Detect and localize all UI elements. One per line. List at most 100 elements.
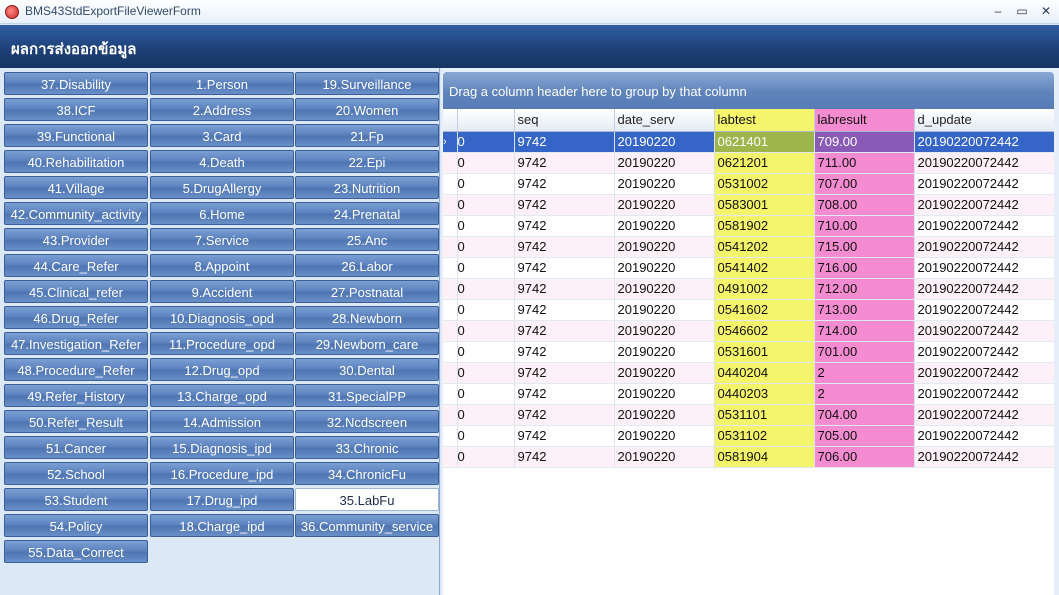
- row-indicator[interactable]: [443, 320, 458, 342]
- table-row[interactable]: 0 9742 20190220 0541602 713.00 20190220072442: [443, 299, 1054, 321]
- table-cell[interactable]: 9742: [514, 173, 615, 195]
- nav-button[interactable]: 44.Care_Refer: [4, 254, 148, 277]
- table-row[interactable]: 0 9742 20190220 0531601 701.00 20190220072442: [443, 341, 1054, 363]
- table-row[interactable]: 0 9742 20190220 0531102 705.00 20190220072442: [443, 425, 1054, 447]
- table-cell[interactable]: 20190220072442: [914, 299, 1054, 321]
- nav-button[interactable]: 8.Appoint: [150, 254, 294, 277]
- nav-button[interactable]: 5.DrugAllergy: [150, 176, 294, 199]
- row-indicator[interactable]: [443, 425, 458, 447]
- table-cell[interactable]: 20190220: [614, 320, 715, 342]
- table-cell[interactable]: 20190220: [614, 341, 715, 363]
- table-cell[interactable]: 9742: [514, 152, 615, 174]
- table-cell[interactable]: 20190220: [614, 194, 715, 216]
- row-indicator[interactable]: [443, 446, 458, 468]
- row-indicator[interactable]: [443, 362, 458, 384]
- nav-button[interactable]: 55.Data_Correct: [4, 540, 148, 563]
- nav-button[interactable]: 38.ICF: [4, 98, 148, 121]
- table-cell[interactable]: 712.00: [814, 278, 915, 300]
- nav-button[interactable]: 28.Newborn: [295, 306, 439, 329]
- table-cell[interactable]: 0531601: [714, 341, 815, 363]
- nav-button[interactable]: 32.Ncdscreen: [295, 410, 439, 433]
- nav-button[interactable]: 24.Prenatal: [295, 202, 439, 225]
- row-indicator[interactable]: [443, 194, 458, 216]
- table-cell[interactable]: 713.00: [814, 299, 915, 321]
- table-cell[interactable]: 0: [457, 194, 515, 216]
- table-cell[interactable]: 708.00: [814, 194, 915, 216]
- table-cell[interactable]: 20190220: [614, 446, 715, 468]
- row-indicator[interactable]: [443, 152, 458, 174]
- table-cell[interactable]: 20190220: [614, 131, 715, 153]
- table-cell[interactable]: 706.00: [814, 446, 915, 468]
- table-cell[interactable]: 0: [457, 257, 515, 279]
- table-cell[interactable]: 20190220: [614, 152, 715, 174]
- table-row[interactable]: 0 9742 20190220 0440204 2 20190220072442: [443, 362, 1054, 384]
- table-cell[interactable]: 2: [814, 383, 915, 405]
- table-cell[interactable]: 9742: [514, 278, 615, 300]
- table-cell[interactable]: 20190220: [614, 236, 715, 258]
- nav-button[interactable]: 31.SpecialPP: [295, 384, 439, 407]
- nav-button[interactable]: 21.Fp: [295, 124, 439, 147]
- table-cell[interactable]: 0: [457, 320, 515, 342]
- nav-button[interactable]: 18.Charge_ipd: [150, 514, 294, 537]
- nav-button[interactable]: 2.Address: [150, 98, 294, 121]
- table-cell[interactable]: 20190220072442: [914, 320, 1054, 342]
- table-cell[interactable]: 0: [457, 278, 515, 300]
- table-cell[interactable]: 9742: [514, 320, 615, 342]
- nav-button[interactable]: 41.Village: [4, 176, 148, 199]
- nav-button[interactable]: 39.Functional: [4, 124, 148, 147]
- table-cell[interactable]: 20190220072442: [914, 362, 1054, 384]
- row-indicator[interactable]: [443, 341, 458, 363]
- table-cell[interactable]: 20190220: [614, 362, 715, 384]
- table-cell[interactable]: 20190220: [614, 383, 715, 405]
- nav-button[interactable]: 42.Community_activity: [4, 202, 148, 225]
- row-indicator[interactable]: [443, 383, 458, 405]
- table-row[interactable]: › 0 9742 20190220 0621401 709.00 2019022007244…: [443, 131, 1054, 153]
- nav-button[interactable]: 43.Provider: [4, 228, 148, 251]
- nav-button[interactable]: 9.Accident: [150, 280, 294, 303]
- table-cell[interactable]: 710.00: [814, 215, 915, 237]
- table-cell[interactable]: 20190220072442: [914, 173, 1054, 195]
- group-by-area[interactable]: Drag a column header here to group by th…: [443, 72, 1054, 109]
- table-cell[interactable]: 9742: [514, 236, 615, 258]
- table-cell[interactable]: 20190220: [614, 215, 715, 237]
- nav-button[interactable]: 54.Policy: [4, 514, 148, 537]
- nav-button[interactable]: 48.Procedure_Refer: [4, 358, 148, 381]
- table-cell[interactable]: 705.00: [814, 425, 915, 447]
- table-cell[interactable]: 20190220072442: [914, 257, 1054, 279]
- table-row[interactable]: 0 9742 20190220 0531101 704.00 20190220072442: [443, 404, 1054, 426]
- table-cell[interactable]: 0541402: [714, 257, 815, 279]
- table-cell[interactable]: 0: [457, 152, 515, 174]
- table-cell[interactable]: 20190220072442: [914, 131, 1054, 153]
- row-indicator[interactable]: [443, 404, 458, 426]
- table-cell[interactable]: 0: [457, 425, 515, 447]
- table-cell[interactable]: 9742: [514, 299, 615, 321]
- row-indicator[interactable]: [443, 278, 458, 300]
- column-header-labtest[interactable]: labtest: [714, 109, 815, 132]
- nav-button[interactable]: 34.ChronicFu: [295, 462, 439, 485]
- row-indicator[interactable]: [443, 173, 458, 195]
- table-cell[interactable]: 9742: [514, 194, 615, 216]
- table-cell[interactable]: 9742: [514, 215, 615, 237]
- table-cell[interactable]: 20190220072442: [914, 383, 1054, 405]
- table-cell[interactable]: 707.00: [814, 173, 915, 195]
- table-cell[interactable]: 9742: [514, 131, 615, 153]
- table-row[interactable]: 0 9742 20190220 0581902 710.00 20190220072442: [443, 215, 1054, 237]
- nav-button[interactable]: 22.Epi: [295, 150, 439, 173]
- maximize-button[interactable]: ▭: [1011, 2, 1033, 20]
- nav-button[interactable]: 40.Rehabilitation: [4, 150, 148, 173]
- table-cell[interactable]: 0: [457, 299, 515, 321]
- table-cell[interactable]: 0: [457, 362, 515, 384]
- table-cell[interactable]: 0491002: [714, 278, 815, 300]
- table-row[interactable]: 0 9742 20190220 0541402 716.00 20190220072442: [443, 257, 1054, 279]
- nav-button[interactable]: 4.Death: [150, 150, 294, 173]
- table-cell[interactable]: 20190220072442: [914, 404, 1054, 426]
- table-cell[interactable]: 9742: [514, 362, 615, 384]
- column-header-seq[interactable]: seq: [514, 109, 615, 132]
- nav-button[interactable]: 49.Refer_History: [4, 384, 148, 407]
- table-cell[interactable]: 0: [457, 236, 515, 258]
- nav-button[interactable]: 11.Procedure_opd: [150, 332, 294, 355]
- table-cell[interactable]: 20190220: [614, 257, 715, 279]
- table-cell[interactable]: 0583001: [714, 194, 815, 216]
- nav-button[interactable]: 17.Drug_ipd: [150, 488, 294, 511]
- table-row[interactable]: 0 9742 20190220 0531002 707.00 20190220072442: [443, 173, 1054, 195]
